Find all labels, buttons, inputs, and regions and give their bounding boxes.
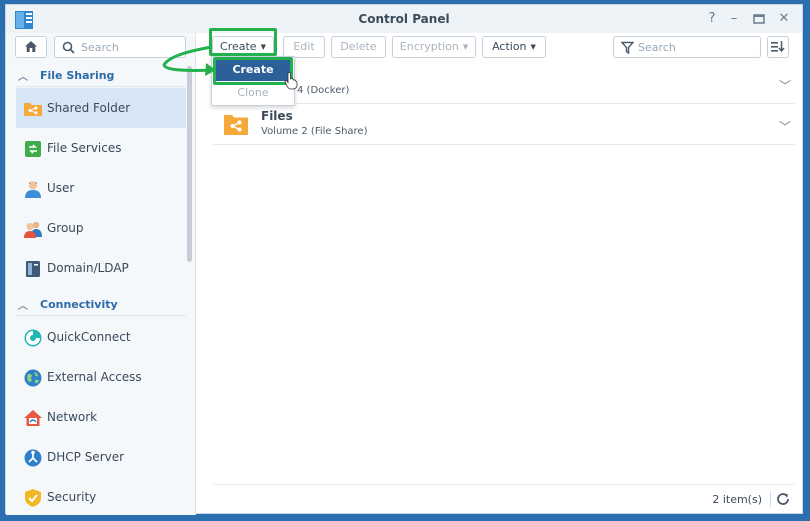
folder-name: Files: [261, 109, 293, 123]
sidebar-item-label: Shared Folder: [47, 101, 131, 115]
file-services-icon: [25, 141, 41, 157]
footer-divider: [770, 491, 771, 507]
sidebar-item-file-services[interactable]: File Services: [16, 128, 186, 168]
sidebar-item-external-access[interactable]: External Access: [16, 357, 186, 397]
sidebar-item-label: QuickConnect: [47, 330, 131, 344]
maximize-icon[interactable]: [751, 11, 767, 27]
action-button-label: Action: [492, 40, 527, 53]
caret-down-icon: ▼: [462, 43, 469, 51]
sidebar-item-label: User: [47, 181, 75, 195]
sidebar-item-label: Security: [47, 490, 97, 504]
external-access-icon: [24, 369, 42, 387]
search-icon: [62, 41, 75, 54]
minimize-icon[interactable]: –: [726, 11, 742, 27]
group-divider: [16, 315, 186, 316]
encryption-button-label: Encryption: [399, 40, 459, 53]
quickconnect-icon: [24, 329, 42, 347]
home-icon: [25, 41, 37, 52]
chevron-up-icon: ︿: [18, 301, 28, 312]
control-panel-window: Control Panel ? – ✕ Search ︿ File Sharin…: [5, 4, 803, 515]
table-row[interactable]: r 4 (Docker) ﹀: [213, 63, 795, 104]
sidebar-item-label: Network: [47, 410, 98, 424]
annotation-arrow-icon: [162, 45, 216, 76]
sidebar-item-quickconnect[interactable]: QuickConnect: [16, 317, 186, 357]
item-count: 2 item(s): [712, 493, 762, 506]
list-footer: 2 item(s): [213, 484, 795, 512]
window-title: Control Panel: [358, 12, 450, 26]
sidebar-search-placeholder: Search: [81, 41, 119, 54]
security-icon: [25, 489, 41, 507]
chevron-up-icon: ︿: [18, 72, 28, 83]
encryption-button[interactable]: Encryption ▼: [392, 36, 476, 58]
domain-ldap-icon: [26, 261, 40, 277]
sidebar: Search ︿ File Sharing Shared Folder File…: [6, 33, 196, 515]
table-row[interactable]: Files Volume 2 (File Share) ﹀: [213, 104, 795, 145]
folder-volume: 4 (Docker): [297, 85, 350, 96]
delete-button[interactable]: Delete: [331, 36, 386, 58]
action-button[interactable]: Action ▼: [482, 36, 546, 58]
group-divider: [16, 86, 186, 87]
sidebar-item-label: Group: [47, 221, 84, 235]
sort-button[interactable]: [767, 36, 789, 58]
shared-folder-icon: [24, 103, 42, 116]
sort-icon: [771, 41, 785, 53]
dhcp-server-icon: [24, 449, 42, 467]
sidebar-item-label: DHCP Server: [47, 450, 125, 464]
refresh-icon[interactable]: [775, 491, 791, 507]
sidebar-item-group[interactable]: Group: [16, 208, 186, 248]
hand-cursor-icon: [284, 72, 298, 90]
filter-search-placeholder: Search: [638, 41, 676, 54]
sidebar-item-security[interactable]: Security: [16, 477, 186, 517]
filter-search-input[interactable]: Search: [613, 36, 761, 58]
close-icon[interactable]: ✕: [776, 11, 792, 27]
sidebar-item-domain-ldap[interactable]: Domain/LDAP: [16, 248, 186, 288]
sidebar-scrollbar[interactable]: [187, 66, 192, 262]
shared-folder-icon: [224, 115, 248, 135]
menu-item-clone[interactable]: Clone: [214, 82, 292, 104]
user-icon: [25, 181, 41, 198]
sidebar-item-label: External Access: [47, 370, 142, 384]
sidebar-item-dhcp-server[interactable]: DHCP Server: [16, 437, 186, 477]
group-label: File Sharing: [40, 69, 115, 82]
home-button[interactable]: [15, 36, 47, 58]
filter-icon: [621, 41, 634, 54]
group-connectivity[interactable]: ︿ Connectivity: [16, 295, 186, 315]
network-icon: [24, 410, 42, 426]
sidebar-item-shared-folder[interactable]: Shared Folder: [16, 88, 186, 128]
sidebar-item-network[interactable]: Network: [16, 397, 186, 437]
chevron-down-icon[interactable]: ﹀: [779, 118, 791, 135]
help-icon[interactable]: ?: [704, 11, 720, 27]
caret-down-icon: ▼: [530, 43, 536, 51]
folder-volume: Volume 2 (File Share): [261, 126, 368, 137]
sidebar-item-label: Domain/LDAP: [47, 261, 129, 275]
group-label: Connectivity: [40, 298, 118, 311]
sidebar-item-user[interactable]: User: [16, 168, 186, 208]
chevron-down-icon[interactable]: ﹀: [779, 77, 791, 94]
group-icon: [24, 221, 42, 238]
edit-button[interactable]: Edit: [283, 36, 325, 58]
title-bar: Control Panel ? – ✕: [6, 5, 802, 33]
sidebar-item-label: File Services: [47, 141, 122, 155]
